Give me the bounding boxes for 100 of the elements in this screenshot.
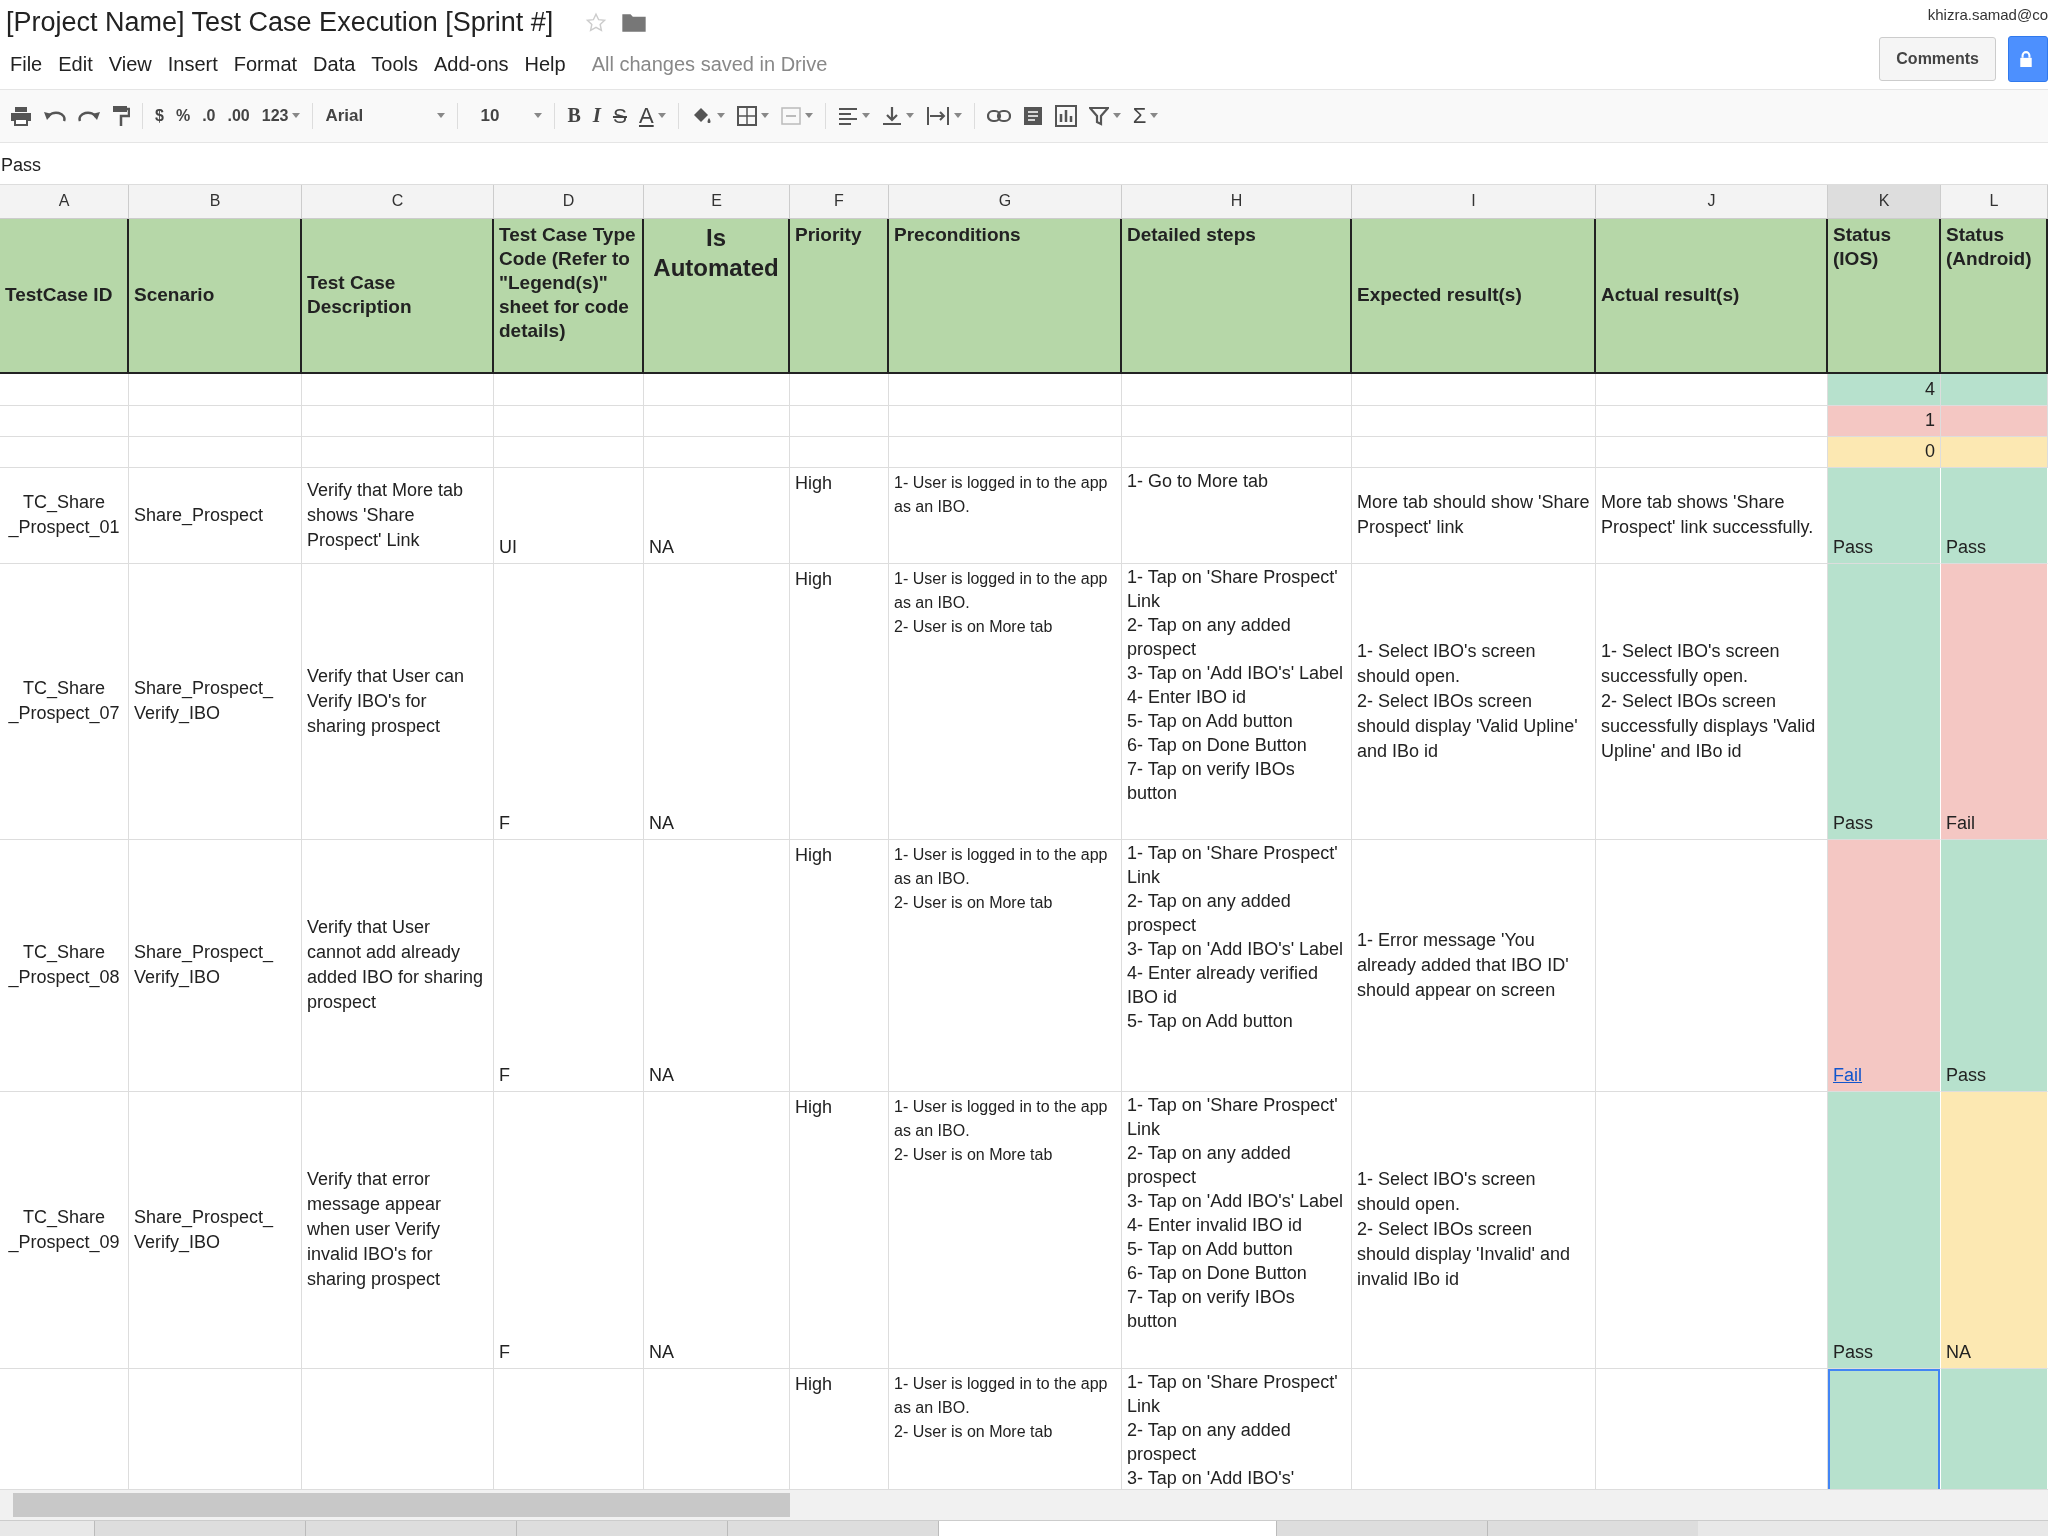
- table-cell: 1- User is logged in to the app as an IBO. 2- User is on More tab: [889, 563, 1122, 840]
- table-cell: High: [790, 839, 889, 1092]
- table-cell: 1- Go to More tab: [1122, 467, 1352, 564]
- italic-button[interactable]: I: [592, 103, 601, 129]
- status-cell[interactable]: Fail: [1941, 563, 2048, 840]
- table-cell: Share_Prospect_ Verify_IBO: [129, 839, 302, 1092]
- status-cell[interactable]: NA: [1941, 1091, 2048, 1369]
- table-cell: 1- User is logged in to the app as an IBO. 2- User is on More tab: [889, 839, 1122, 1092]
- percent-format[interactable]: %: [175, 106, 191, 125]
- table-cell: F: [494, 563, 644, 840]
- caret-icon[interactable]: [804, 112, 813, 119]
- caret-icon[interactable]: [292, 112, 301, 119]
- column-heading: Actual result(s): [1596, 218, 1828, 374]
- column-header[interactable]: E: [644, 184, 790, 219]
- table-cell: Share_Prospect: [129, 467, 302, 564]
- column-header[interactable]: G: [889, 184, 1122, 219]
- menu-item[interactable]: Tools: [363, 52, 427, 76]
- bold-button[interactable]: B: [567, 104, 581, 128]
- text-wrap-icon[interactable]: [925, 105, 950, 126]
- strikethrough-button[interactable]: S: [612, 103, 627, 128]
- column-heading: Preconditions: [889, 218, 1122, 374]
- status-cell[interactable]: Pass: [1828, 1091, 1941, 1369]
- text-color-button[interactable]: A: [639, 102, 654, 129]
- table-cell: Verify that error message appear when user Verify invalid IBO's for sharing prospect: [302, 1091, 494, 1369]
- menu-item[interactable]: Edit: [50, 52, 101, 76]
- column-header[interactable]: J: [1596, 184, 1828, 219]
- align-left-icon[interactable]: [837, 106, 858, 125]
- table-cell: UI: [494, 467, 644, 564]
- link-icon[interactable]: [986, 108, 1011, 123]
- borders-icon[interactable]: [736, 105, 757, 126]
- status-cell[interactable]: Fail: [1828, 839, 1941, 1092]
- menu-item[interactable]: Insert: [159, 52, 226, 76]
- caret-icon[interactable]: [716, 112, 725, 119]
- comment-icon[interactable]: [1022, 105, 1043, 126]
- print-icon[interactable]: [10, 105, 32, 126]
- column-heading: TestCase ID: [0, 218, 129, 374]
- menu-item[interactable]: Data: [305, 52, 364, 76]
- menu-item[interactable]: Add-ons: [426, 52, 517, 76]
- document-title[interactable]: [Project Name] Test Case Execution [Sprint #]: [6, 7, 554, 39]
- caret-icon[interactable]: [1112, 112, 1121, 119]
- column-header[interactable]: B: [129, 184, 302, 219]
- caret-icon[interactable]: [534, 112, 543, 119]
- table-cell: 1- Select IBO's screen should open. 2- Select IBOs screen should display 'Invalid' and invalid IBo id: [1352, 1091, 1596, 1369]
- merge-cells-icon[interactable]: [780, 106, 801, 125]
- menu-item[interactable]: View: [100, 52, 160, 76]
- folder-icon[interactable]: [621, 12, 648, 34]
- caret-icon[interactable]: [1150, 112, 1159, 119]
- table-cell: TC_Share _Prospect_01: [0, 467, 129, 564]
- column-header[interactable]: A: [0, 184, 129, 219]
- status-cell[interactable]: Pass: [1941, 839, 2048, 1092]
- table-cell: NA: [644, 1091, 790, 1369]
- table-cell: High: [790, 467, 889, 564]
- paint-roller-icon[interactable]: [112, 104, 130, 127]
- horizontal-scrollbar[interactable]: [0, 1489, 2048, 1521]
- column-header[interactable]: L: [1941, 184, 2048, 219]
- column-heading: Status (IOS): [1828, 218, 1941, 374]
- column-header[interactable]: I: [1352, 184, 1596, 219]
- status-cell[interactable]: Pass: [1828, 467, 1941, 564]
- star-icon[interactable]: [585, 11, 608, 34]
- caret-icon[interactable]: [657, 112, 666, 119]
- column-header[interactable]: C: [302, 184, 494, 219]
- menu-item[interactable]: File: [2, 52, 51, 76]
- caret-icon[interactable]: [437, 112, 446, 119]
- column-header[interactable]: H: [1122, 184, 1352, 219]
- scrollbar-thumb[interactable]: [13, 1493, 790, 1518]
- count-cell: 4: [1828, 373, 1941, 406]
- caret-icon[interactable]: [861, 112, 870, 119]
- share-button[interactable]: [2008, 36, 2048, 83]
- filter-icon[interactable]: [1088, 105, 1109, 126]
- account-email[interactable]: khizra.samad@co: [1927, 6, 2048, 23]
- caret-icon[interactable]: [760, 112, 769, 119]
- caret-icon[interactable]: [905, 112, 914, 119]
- table-cell: Share_Prospect_ Verify_IBO: [129, 563, 302, 840]
- increase-decimals[interactable]: .00: [227, 106, 250, 125]
- functions-button[interactable]: Σ: [1132, 102, 1147, 129]
- status-cell[interactable]: [1828, 1368, 1941, 1490]
- menu-item[interactable]: Format: [225, 52, 306, 76]
- table-cell: NA: [644, 839, 790, 1092]
- status-link[interactable]: Fail: [1833, 1062, 1862, 1088]
- currency-format[interactable]: $: [155, 106, 164, 125]
- align-bottom-icon[interactable]: [881, 105, 902, 126]
- column-header[interactable]: D: [494, 184, 644, 219]
- count-cell: 0: [1828, 436, 1941, 468]
- status-cell[interactable]: Pass: [1828, 563, 1941, 840]
- font-size-dropdown[interactable]: 10: [470, 105, 531, 126]
- table-cell: 1- Tap on 'Share Prospect' Link 2- Tap on any added prospect 3- Tap on 'Add IBO's' Label 4- Enter invalid IBO id 5- Tap on Add button 6- Tap on Done Button 7- Tap on verify IBOs button: [1122, 1091, 1352, 1369]
- column-heading: Expected result(s): [1352, 218, 1596, 374]
- column-header[interactable]: K: [1828, 184, 1941, 219]
- caret-icon[interactable]: [953, 112, 962, 119]
- chart-icon[interactable]: [1054, 104, 1077, 127]
- number-format[interactable]: 123: [261, 106, 289, 125]
- decrease-decimals[interactable]: .0: [202, 106, 216, 125]
- font-dropdown[interactable]: Arial: [325, 105, 434, 126]
- menu-item[interactable]: Help: [516, 52, 574, 76]
- column-heading: Priority: [790, 218, 889, 374]
- column-header[interactable]: F: [790, 184, 889, 219]
- status-cell[interactable]: [1941, 1368, 2048, 1490]
- comments-button[interactable]: Comments: [1879, 37, 1996, 82]
- status-cell[interactable]: Pass: [1941, 467, 2048, 564]
- formula-value[interactable]: Pass: [1, 155, 42, 177]
